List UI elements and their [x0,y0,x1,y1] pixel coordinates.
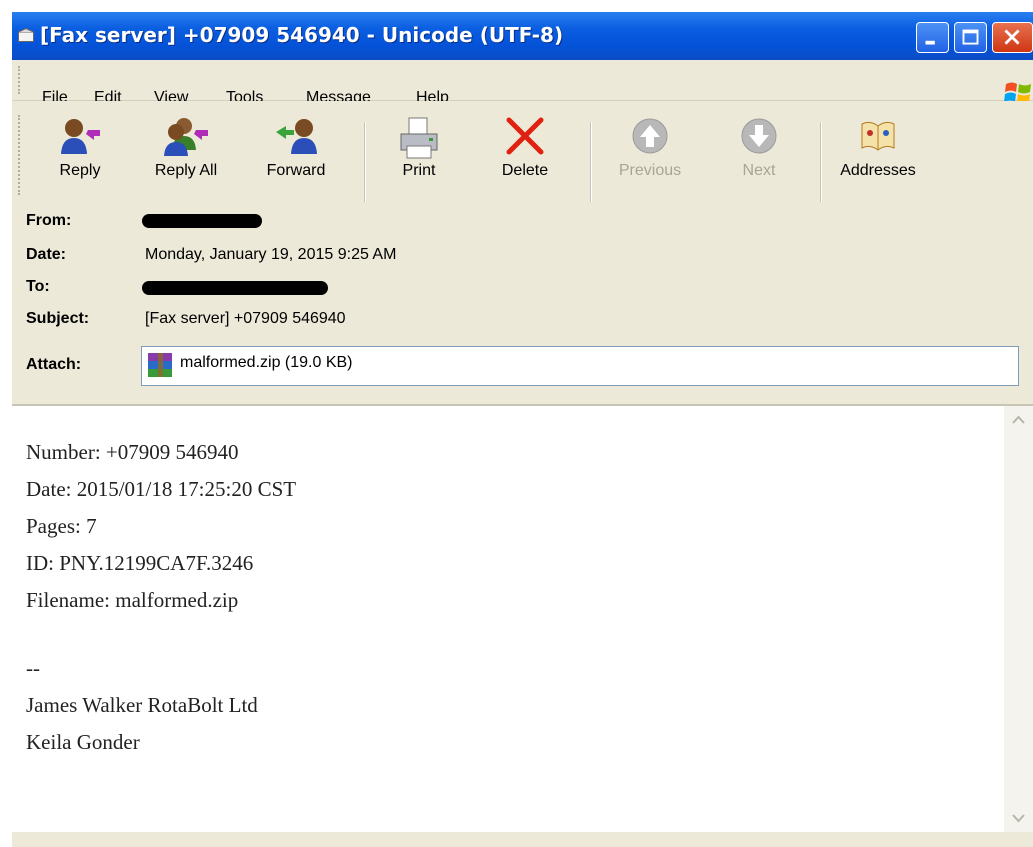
reply-label: Reply [59,162,101,179]
addresses-button[interactable]: Addresses [828,116,928,202]
subject-label: Subject: [26,310,90,327]
reply-all-icon [164,118,208,156]
maximize-icon [962,29,979,45]
toolbar-separator [590,122,592,202]
previous-button[interactable]: Previous [608,116,692,202]
attachment-box[interactable]: malformed.zip (19.0 KB) [141,346,1019,386]
body-line-signature-name: Keila Gonder [26,730,140,754]
scroll-up-icon[interactable] [1004,406,1033,434]
scroll-down-icon[interactable] [1004,804,1033,832]
arrow-down-icon [741,118,777,154]
menu-grip [18,66,23,94]
print-label: Print [402,162,436,179]
date-label: Date: [26,246,67,263]
reply-icon [61,119,100,154]
previous-label: Previous [618,162,682,179]
minimize-icon [925,40,935,45]
attach-label: Attach: [26,356,82,373]
window-title: [Fax server] +07909 546940 - Unicode (UT… [40,23,564,47]
minimize-button[interactable] [916,22,949,53]
forward-button[interactable]: Forward [254,116,338,202]
close-icon [1004,29,1020,45]
toolbar-grip [18,115,23,195]
addresses-label: Addresses [840,162,916,179]
next-label: Next [742,162,776,179]
status-bar [12,832,1033,847]
body-line-separator: -- [26,656,40,680]
reply-button[interactable]: Reply [50,116,110,202]
delete-label: Delete [501,162,549,179]
print-button[interactable]: Print [392,116,446,202]
reply-all-label: Reply All [154,162,218,179]
printer-icon [400,117,438,159]
maximize-button[interactable] [954,22,987,53]
vertical-scrollbar[interactable] [1004,406,1033,832]
body-line-number: Number: +07909 546940 [26,440,239,464]
to-label: To: [26,278,50,295]
arrow-up-icon [632,118,668,154]
subject-value: [Fax server] +07909 546940 [145,310,346,327]
date-value: Monday, January 19, 2015 9:25 AM [145,246,397,263]
winrar-archive-icon [148,353,172,377]
forward-icon [276,119,317,154]
delete-x-icon [506,117,544,155]
delete-button[interactable]: Delete [496,116,554,202]
toolbar-separator [820,122,822,202]
forward-label: Forward [266,162,326,179]
body-line-signature-company: James Walker RotaBolt Ltd [26,693,258,717]
message-body[interactable] [12,404,1033,834]
body-line-date: Date: 2015/01/18 17:25:20 CST [26,477,297,501]
from-redaction [142,214,262,228]
body-line-pages: Pages: 7 [26,514,97,538]
attachment-filename[interactable]: malformed.zip (19.0 KB) [180,354,353,372]
address-book-icon [861,121,895,151]
email-window: [Fax server] +07909 546940 - Unicode (UT… [12,12,1033,847]
body-line-filename: Filename: malformed.zip [26,588,239,612]
reply-all-button[interactable]: Reply All [142,116,230,202]
body-line-id: ID: PNY.12199CA7F.3246 [26,551,254,575]
toolbar-separator [364,122,366,202]
next-button[interactable]: Next [732,116,786,202]
envelope-icon [18,28,34,42]
to-redaction [142,281,328,295]
title-bar[interactable]: [Fax server] +07909 546940 - Unicode (UT… [12,12,1033,60]
close-button[interactable] [992,22,1033,53]
from-label: From: [26,212,72,229]
